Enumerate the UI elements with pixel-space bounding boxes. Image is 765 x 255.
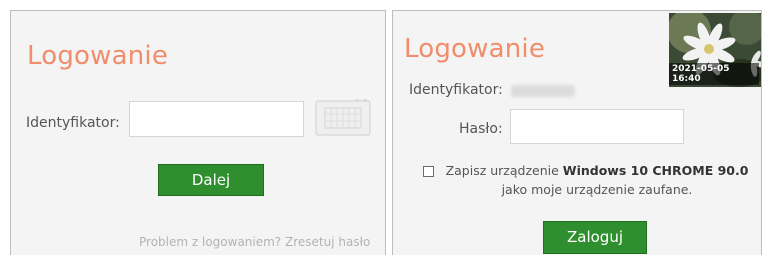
identifier-label: Identyfikator: <box>409 82 503 98</box>
page-title: Logowanie <box>404 34 546 64</box>
security-image: 2021-05-05 16:40 <box>669 13 761 87</box>
masked-identifier <box>511 85 575 97</box>
keyboard-icon[interactable] <box>315 98 371 137</box>
password-input[interactable] <box>510 109 684 144</box>
device-name: Windows 10 CHROME 90.0 <box>562 163 749 178</box>
remember-device-checkbox[interactable] <box>423 166 434 177</box>
login-step1-panel: Logowanie Identyfikator: Dalej Problem z… <box>10 10 386 255</box>
login-step2-panel: Logowanie 2021-05-05 16:40 Identyfikator… <box>392 10 762 255</box>
identifier-label: Identyfikator: <box>26 115 120 131</box>
password-label: Hasło: <box>459 121 503 137</box>
remember-device-text: Zapisz urządzenie Windows 10 CHROME 90.0… <box>437 161 757 199</box>
next-button[interactable]: Dalej <box>158 164 264 196</box>
identifier-input[interactable] <box>129 101 304 137</box>
remember-suffix: jako moje urządzenie zaufane. <box>501 182 693 197</box>
reset-password-link[interactable]: Problem z logowaniem? Zresetuj hasło <box>139 235 370 249</box>
remember-prefix: Zapisz urządzenie <box>445 163 563 178</box>
image-timestamp: 2021-05-05 16:40 <box>669 63 759 85</box>
login-button[interactable]: Zaloguj <box>543 221 647 254</box>
page-title: Logowanie <box>27 41 169 71</box>
